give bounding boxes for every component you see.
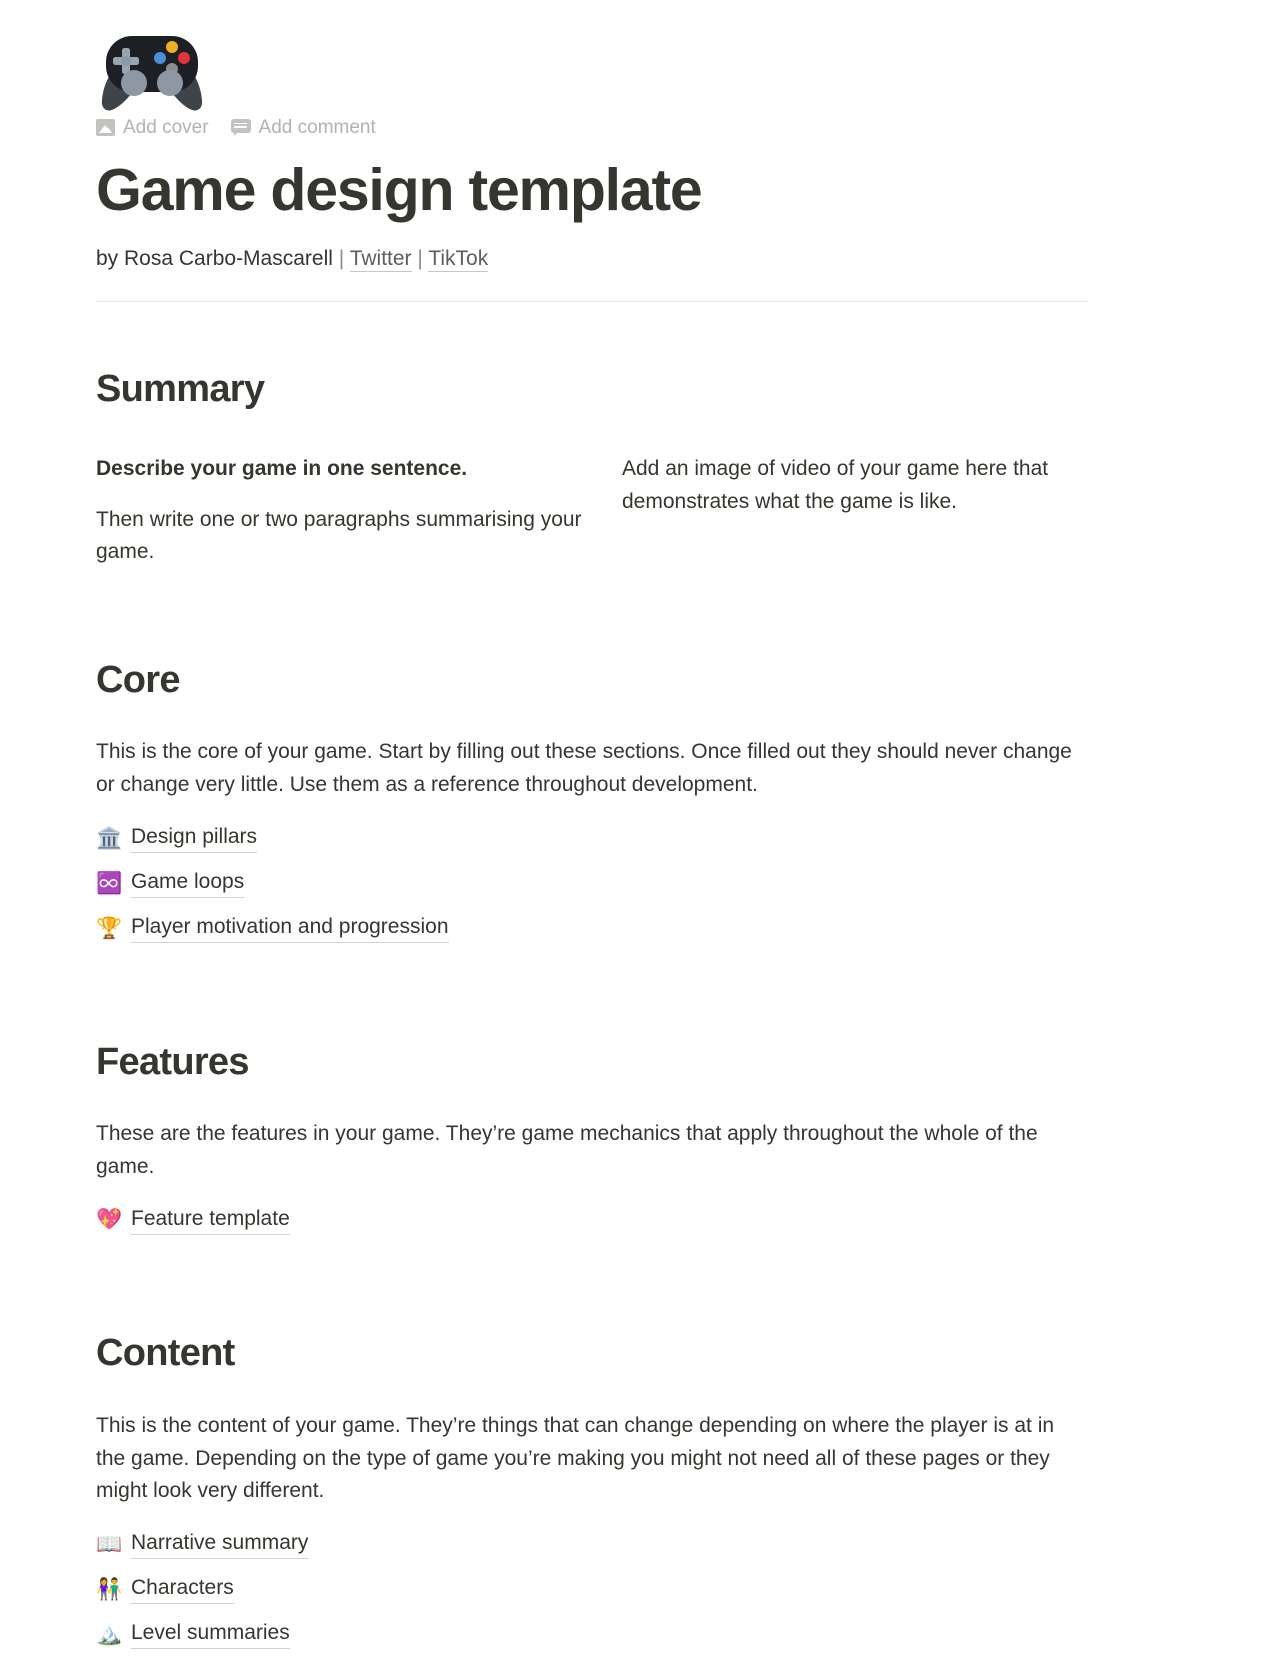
page-link-label: Characters xyxy=(131,1574,234,1605)
page-link-level-summaries[interactable]: 🏔️ Level summaries xyxy=(96,1612,1088,1657)
heading-core: Core xyxy=(96,658,180,701)
core-paragraph[interactable]: This is the core of your game. Start by … xyxy=(96,736,1088,801)
page-link-game-loops[interactable]: ♾️ Game loops xyxy=(96,861,1088,906)
core-description: This is the core of your game. Start by … xyxy=(96,736,1088,801)
page-link-feature-template[interactable]: 💖 Feature template xyxy=(96,1197,1088,1242)
image-icon xyxy=(96,118,115,136)
summary-left-column: Describe your game in one sentence. Then… xyxy=(96,453,622,569)
heading-summary: Summary xyxy=(96,368,265,411)
heading-features: Features xyxy=(96,1040,250,1083)
section-content: Content This is the content of your game… xyxy=(96,1332,1088,1656)
section-features: Features These are the features in your … xyxy=(96,1041,1088,1243)
section-core: Core This is the core of your game. Star… xyxy=(96,659,1088,951)
page-link-label: Design pillars xyxy=(131,823,258,854)
mountain-icon: 🏔️ xyxy=(96,1621,123,1646)
page-icon[interactable] xyxy=(96,0,1088,111)
page-link-narrative-summary[interactable]: 📖 Narrative summary xyxy=(96,1522,1088,1567)
page-link-characters[interactable]: 👫 Characters xyxy=(96,1567,1088,1612)
byline: by Rosa Carbo-Mascarell | Twitter | TikT… xyxy=(96,243,1088,275)
page-link-label: Player motivation and progression xyxy=(131,913,449,944)
classical-building-icon: 🏛️ xyxy=(96,825,123,850)
page-link-label: Feature template xyxy=(131,1205,290,1235)
header-divider xyxy=(96,301,1088,303)
summary-right-column: Add an image of video of your game here … xyxy=(622,453,1088,569)
add-comment-button[interactable]: Add comment xyxy=(230,116,376,138)
add-cover-button[interactable]: Add cover xyxy=(96,118,209,137)
features-page-links: 💖 Feature template xyxy=(96,1197,1088,1242)
content-description: This is the content of your game. They’r… xyxy=(96,1410,1088,1508)
page-meta-actions: Add cover Add comment xyxy=(96,112,1088,142)
content-page-links: 📖 Narrative summary 👫 Characters 🏔️ Leve… xyxy=(96,1522,1088,1657)
page-link-design-pillars[interactable]: 🏛️ Design pillars xyxy=(96,816,1088,861)
notion-page: Add cover Add comment Game design templa… xyxy=(0,0,1263,1657)
trophy-icon: 🏆 xyxy=(96,915,123,940)
infinity-icon: ♾️ xyxy=(96,870,123,895)
content-paragraph[interactable]: This is the content of your game. They’r… xyxy=(96,1410,1088,1508)
summary-media-prompt[interactable]: Add an image of video of your game here … xyxy=(622,453,1088,518)
people-holding-hands-icon: 👫 xyxy=(96,1576,123,1601)
page-title[interactable]: Game design template xyxy=(96,158,1088,223)
twitter-link[interactable]: Twitter xyxy=(349,246,412,272)
sparkling-heart-icon: 💖 xyxy=(96,1207,123,1232)
byline-separator-1: | xyxy=(338,246,345,270)
page-link-player-motivation[interactable]: 🏆 Player motivation and progression xyxy=(96,906,1088,951)
core-page-links: 🏛️ Design pillars ♾️ Game loops 🏆 Player… xyxy=(96,816,1088,951)
section-summary: Summary Describe your game in one senten… xyxy=(96,368,1088,568)
features-description: These are the features in your game. The… xyxy=(96,1118,1088,1183)
summary-paragraph-prompt[interactable]: Then write one or two paragraphs summari… xyxy=(96,504,602,569)
heading-content: Content xyxy=(96,1332,235,1375)
gamepad-emoji-icon xyxy=(101,36,203,111)
page-content-column: Add cover Add comment Game design templa… xyxy=(96,0,1088,1657)
add-cover-label: Add cover xyxy=(123,116,209,138)
page-link-label: Narrative summary xyxy=(131,1529,309,1560)
open-book-icon: 📖 xyxy=(96,1531,123,1556)
byline-separator-2: | xyxy=(417,246,423,270)
features-paragraph[interactable]: These are the features in your game. The… xyxy=(96,1118,1088,1183)
page-link-label: Level summaries xyxy=(131,1619,290,1650)
comment-icon xyxy=(230,118,251,136)
page-link-label: Game loops xyxy=(131,868,245,899)
tiktok-link[interactable]: TikTok xyxy=(428,246,489,272)
add-comment-label: Add comment xyxy=(258,116,376,138)
summary-columns: Describe your game in one sentence. Then… xyxy=(96,453,1088,569)
byline-author: by Rosa Carbo-Mascarell xyxy=(96,246,333,270)
summary-describe-prompt[interactable]: Describe your game in one sentence. xyxy=(96,453,602,486)
